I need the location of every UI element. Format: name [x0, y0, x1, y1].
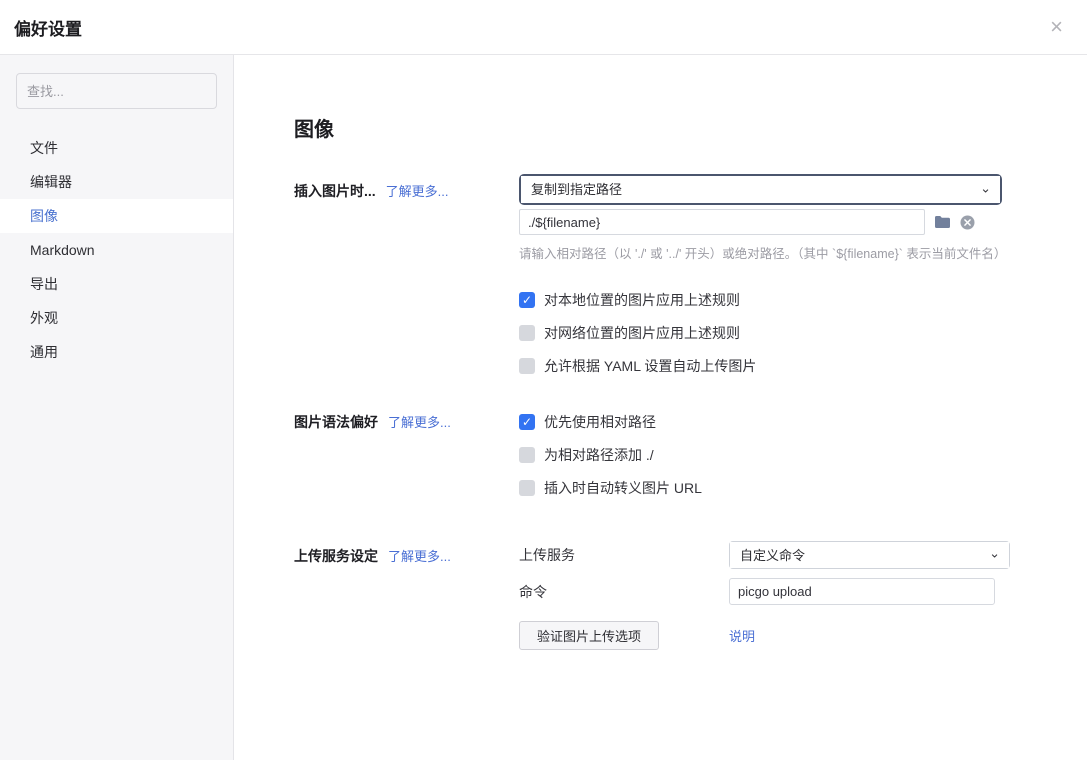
upload-service-label: 上传服务: [519, 545, 729, 565]
checkbox-local-images[interactable]: [519, 292, 535, 308]
sidebar-item-appearance[interactable]: 外观: [0, 301, 233, 335]
checkbox-add-dot-slash[interactable]: [519, 447, 535, 463]
checkbox-label: 对本地位置的图片应用上述规则: [544, 290, 740, 310]
main-content: 图像 插入图片时... 了解更多... 复制到指定路径 ⌄: [234, 55, 1087, 760]
checkbox-label: 优先使用相对路径: [544, 412, 656, 432]
insert-action-select-wrap: 复制到指定路径 ⌄: [519, 174, 1002, 205]
sidebar-item-files[interactable]: 文件: [0, 131, 233, 165]
insert-action-select[interactable]: 复制到指定路径: [521, 176, 1000, 203]
checkbox-row-yaml-upload: 允许根据 YAML 设置自动上传图片: [519, 356, 1087, 376]
sidebar: 文件 编辑器 图像 Markdown 导出 外观 通用: [0, 55, 234, 760]
validate-upload-button[interactable]: 验证图片上传选项: [519, 621, 659, 650]
sidebar-item-general[interactable]: 通用: [0, 335, 233, 369]
upload-help-link[interactable]: 说明: [729, 626, 755, 645]
search-input[interactable]: [27, 84, 206, 99]
insert-section-label: 插入图片时...: [294, 183, 376, 199]
checkbox-prefer-relative-path[interactable]: [519, 414, 535, 430]
upload-section-label: 上传服务设定: [294, 548, 378, 564]
syntax-section-label: 图片语法偏好: [294, 414, 378, 430]
path-hint-text: 请输入相对路径（以 './' 或 '../' 开头）或绝对路径。（其中 `${f…: [519, 243, 1079, 262]
checkbox-label: 对网络位置的图片应用上述规则: [544, 323, 740, 343]
titlebar: 偏好设置 ×: [0, 0, 1087, 55]
sidebar-item-editor[interactable]: 编辑器: [0, 165, 233, 199]
search-box: [16, 73, 217, 109]
checkbox-label: 插入时自动转义图片 URL: [544, 478, 702, 498]
upload-learn-more-link[interactable]: 了解更多...: [388, 549, 451, 564]
checkbox-label: 为相对路径添加 ./: [544, 445, 654, 465]
sidebar-item-export[interactable]: 导出: [0, 267, 233, 301]
close-icon[interactable]: ×: [1046, 12, 1067, 42]
page-title: 图像: [294, 113, 1087, 142]
checkbox-label: 允许根据 YAML 设置自动上传图片: [544, 356, 756, 376]
checkbox-yaml-upload[interactable]: [519, 358, 535, 374]
upload-service-select[interactable]: 自定义命令: [730, 542, 1009, 568]
checkbox-escape-image-url[interactable]: [519, 480, 535, 496]
folder-icon[interactable]: [934, 215, 951, 229]
sidebar-nav: 文件 编辑器 图像 Markdown 导出 外观 通用: [0, 131, 233, 369]
checkbox-row-web-images: 对网络位置的图片应用上述规则: [519, 323, 1087, 343]
checkbox-row-add-dot-slash: 为相对路径添加 ./ ?: [519, 445, 1087, 465]
section-insert-image: 插入图片时... 了解更多... 复制到指定路径 ⌄: [294, 174, 1087, 389]
copy-path-input[interactable]: [519, 209, 925, 235]
checkbox-row-relative-path: 优先使用相对路径: [519, 412, 1087, 432]
insert-learn-more-link[interactable]: 了解更多...: [386, 184, 449, 199]
command-input[interactable]: [729, 578, 995, 605]
checkbox-row-escape-url: 插入时自动转义图片 URL ?: [519, 478, 1087, 498]
clear-path-icon[interactable]: [960, 215, 975, 230]
sidebar-item-markdown[interactable]: Markdown: [0, 233, 233, 267]
checkbox-web-images[interactable]: [519, 325, 535, 341]
syntax-learn-more-link[interactable]: 了解更多...: [388, 415, 451, 430]
upload-service-select-wrap: 自定义命令 ⌄: [729, 541, 1010, 569]
checkbox-row-local-images: 对本地位置的图片应用上述规则: [519, 290, 1087, 310]
sidebar-item-image[interactable]: 图像: [0, 199, 233, 233]
section-upload-service: 上传服务设定了解更多... 上传服务 自定义命令 ⌄ 命令: [294, 539, 1087, 650]
window-title: 偏好设置: [0, 15, 82, 40]
command-label: 命令: [519, 582, 729, 602]
section-image-syntax: 图片语法偏好了解更多... 优先使用相对路径 为相对路径添加 ./ ?: [294, 405, 1087, 511]
